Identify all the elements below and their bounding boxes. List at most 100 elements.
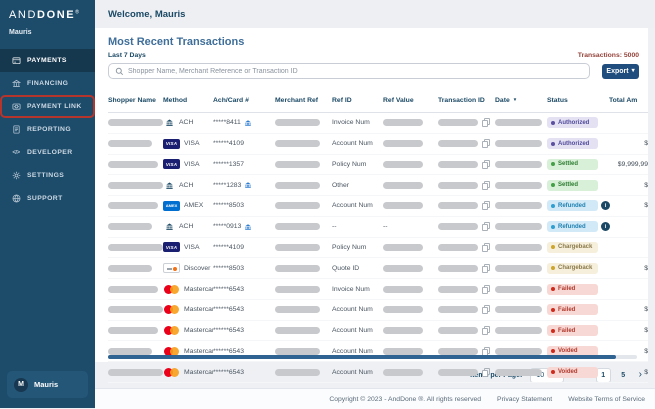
masked-transaction-id: [438, 348, 478, 355]
table-row[interactable]: ACH *****8411 Invoice Num Authorized: [108, 113, 648, 134]
sidebar-item-payment-link[interactable]: PAYMENT LINK: [0, 95, 95, 118]
copy-icon[interactable]: [481, 201, 489, 210]
table-row[interactable]: Mastercard ******6543 Account Num Failed…: [108, 300, 648, 321]
method-label: Discover: [184, 265, 210, 272]
user-card[interactable]: M Mauris: [7, 371, 88, 398]
copy-icon[interactable]: [481, 243, 489, 252]
sidebar-menu: PAYMENTS FINANCING PAYMENT LINK REPORTIN…: [0, 49, 95, 210]
table-row[interactable]: Mastercard ******6543 Account Num Voided…: [108, 341, 648, 362]
column-header-merchant-ref[interactable]: Merchant Ref: [275, 97, 332, 104]
method-label: Mastercard: [184, 286, 213, 293]
column-header-total-am[interactable]: Total Am: [609, 97, 648, 104]
developer-icon: </>: [11, 150, 21, 156]
ref-id: Account Num: [332, 140, 373, 147]
status-label: Authorized: [558, 141, 589, 147]
masked-date: [495, 223, 542, 230]
ref-id: Account Num: [332, 369, 373, 376]
sidebar-item-reporting[interactable]: REPORTING: [0, 118, 95, 141]
copy-icon[interactable]: [481, 160, 489, 169]
column-header-status[interactable]: Status: [547, 97, 609, 104]
table-row[interactable]: Mastercard ******6543 Invoice Num Failed: [108, 279, 648, 300]
masked-shopper-name: [108, 327, 158, 334]
column-header-ach-card-[interactable]: Ach/Card #: [213, 97, 275, 104]
copy-icon[interactable]: [481, 368, 489, 377]
ach-icon: [163, 180, 175, 190]
masked-ref-value: [383, 327, 423, 334]
sidebar: ANDDONE® Mauris PAYMENTS FINANCING PAYME…: [0, 0, 95, 408]
sidebar-item-financing[interactable]: FINANCING: [0, 72, 95, 95]
sidebar-item-support[interactable]: SUPPORT: [0, 187, 95, 210]
search-box[interactable]: [108, 63, 590, 79]
financing-icon: [11, 79, 21, 88]
masked-ref-value: [383, 119, 423, 126]
masked-transaction-id: [438, 202, 478, 209]
table-row[interactable]: Discover ******8503 Quote ID Chargeback …: [108, 258, 648, 279]
mastercard-icon: [163, 367, 180, 377]
workspace-name: Mauris: [0, 21, 95, 36]
user-name: Mauris: [34, 380, 58, 389]
copy-icon[interactable]: [481, 222, 489, 231]
status-badge: Chargeback: [547, 242, 598, 253]
column-header-ref-id[interactable]: Ref ID: [332, 97, 383, 104]
export-button[interactable]: Export ▾: [602, 64, 639, 79]
copy-icon[interactable]: [481, 264, 489, 273]
method-label: Mastercard: [184, 369, 213, 376]
copy-icon[interactable]: [481, 326, 489, 335]
sidebar-item-settings[interactable]: SETTINGS: [0, 164, 95, 187]
masked-ref-value: [383, 348, 423, 355]
support-icon: [11, 194, 21, 203]
masked-transaction-id: [438, 369, 478, 376]
status-label: Authorized: [558, 120, 589, 126]
horizontal-scrollbar[interactable]: [108, 355, 637, 359]
status-badge: Failed: [547, 304, 598, 315]
copy-icon[interactable]: [481, 139, 489, 148]
table-row[interactable]: Mastercard ******6543 Account Num Voided…: [108, 362, 648, 383]
status-label: Settled: [558, 161, 578, 167]
mastercard-icon: [163, 326, 180, 336]
info-icon[interactable]: i: [601, 222, 610, 231]
status-badge: Refunded: [547, 221, 598, 232]
masked-shopper-name: [108, 223, 152, 230]
scrollbar-thumb[interactable]: [108, 355, 616, 359]
table-row[interactable]: Mastercard ******6543 Account Num Failed…: [108, 321, 648, 342]
status-dot: [551, 225, 555, 229]
copy-icon[interactable]: [481, 181, 489, 190]
ref-id: Account Num: [332, 327, 373, 334]
ref-id: Account Num: [332, 202, 373, 209]
ref-id: Account Num: [332, 306, 373, 313]
sort-desc-icon[interactable]: ▼: [513, 97, 517, 102]
sidebar-item-developer[interactable]: </> DEVELOPER: [0, 141, 95, 164]
column-header-ref-value[interactable]: Ref Value: [383, 97, 438, 104]
table-row[interactable]: ACH *****1283 Other Settled $: [108, 175, 648, 196]
status-badge: Authorized: [547, 138, 598, 149]
copy-icon[interactable]: [481, 305, 489, 314]
status-dot: [551, 183, 555, 187]
column-header-method[interactable]: Method: [163, 97, 213, 104]
status-dot: [551, 204, 555, 208]
status-label: Settled: [558, 182, 578, 188]
table-row[interactable]: VISAVISA ******1357 Policy Num Settled $…: [108, 155, 648, 176]
table-header: Shopper NameMethodAch/Card #Merchant Ref…: [108, 88, 648, 113]
column-header-transaction-id[interactable]: Transaction ID: [438, 97, 495, 104]
table-row[interactable]: AMEXAMEX ******8503 Account Num Refunded…: [108, 196, 648, 217]
table-row[interactable]: VISAVISA ******4109 Policy Num Chargebac…: [108, 238, 648, 259]
column-header-shopper-name[interactable]: Shopper Name: [108, 97, 163, 104]
status-label: Refunded: [558, 203, 586, 209]
status-dot: [551, 142, 555, 146]
topbar: Welcome, Mauris: [95, 0, 655, 28]
status-dot: [551, 308, 555, 312]
sidebar-item-payments[interactable]: PAYMENTS: [0, 49, 95, 72]
column-header-date[interactable]: Date▼: [495, 97, 547, 104]
status-label: Voided: [558, 348, 578, 354]
privacy-statement-link[interactable]: Privacy Statement: [497, 396, 552, 403]
masked-transaction-id: [438, 327, 478, 334]
table-row[interactable]: VISAVISA ******4109 Account Num Authoriz…: [108, 134, 648, 155]
terms-of-service-link[interactable]: Website Terms of Service: [568, 396, 645, 403]
copy-icon[interactable]: [481, 285, 489, 294]
masked-date: [495, 119, 542, 126]
copy-icon[interactable]: [481, 118, 489, 127]
search-input[interactable]: [128, 68, 583, 75]
method-label: VISA: [184, 161, 200, 168]
table-row[interactable]: ACH *****0913 -- -- Refundedi: [108, 217, 648, 238]
method-label: ACH: [179, 119, 193, 126]
